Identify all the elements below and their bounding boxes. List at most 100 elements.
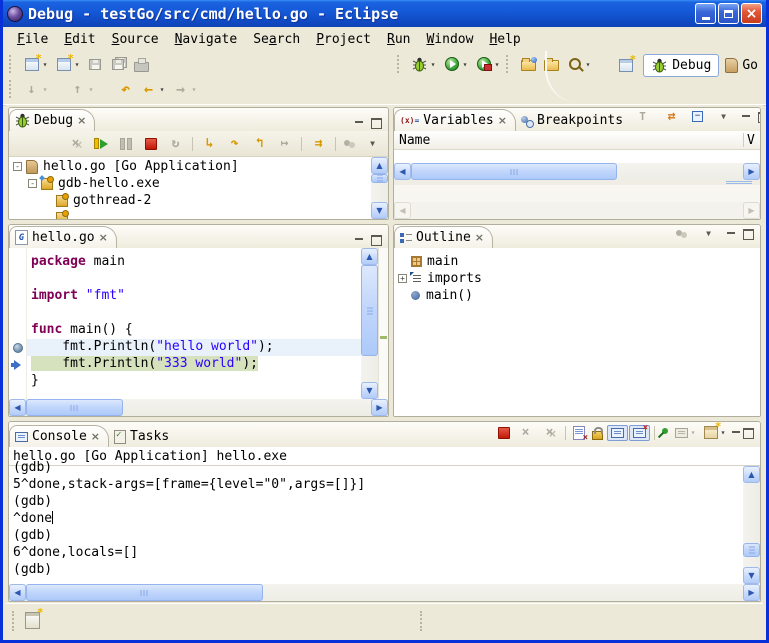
minimize-view-button[interactable] (354, 235, 365, 244)
show-type-names-button[interactable]: T (631, 107, 654, 127)
maximize-view-button[interactable] (743, 229, 754, 238)
show-stderr-button[interactable] (629, 425, 650, 441)
maximize-view-button[interactable] (758, 112, 761, 121)
scroll-right-button[interactable]: ▶ (743, 163, 760, 180)
remove-all-terminated-button[interactable]: × (64, 133, 87, 154)
scroll-lock-button[interactable] (589, 424, 606, 442)
previous-annotation-button[interactable]: ↑▾ (66, 79, 98, 100)
scroll-up-button[interactable]: ▲ (743, 466, 760, 483)
scroll-thumb[interactable] (361, 265, 378, 356)
debug-tree-item-hellogo[interactable]: -hello.go [Go Application] (9, 158, 371, 175)
expander-icon[interactable]: - (13, 162, 22, 171)
console-hscrollbar[interactable]: ◀▶ (9, 584, 760, 601)
tab-breakpoints[interactable]: Breakpoints (516, 110, 631, 131)
scroll-track[interactable] (26, 584, 743, 601)
print-button[interactable] (130, 54, 153, 75)
scroll-track[interactable] (411, 163, 743, 180)
tab-outline[interactable]: Outline × (394, 226, 493, 248)
menu-navigate[interactable]: Navigate (167, 30, 246, 49)
editor-hscrollbar[interactable]: ◀▶ (9, 399, 388, 416)
scroll-thumb[interactable] (743, 543, 760, 556)
maximize-view-button[interactable] (743, 428, 754, 437)
minimize-view-button[interactable] (726, 229, 737, 238)
next-annotation-button[interactable]: ↓▾ (20, 79, 52, 100)
statusbar-handle[interactable] (12, 611, 19, 631)
new-button[interactable]: *▾ (20, 54, 52, 75)
details-hscrollbar[interactable]: ◀▶ (394, 202, 760, 219)
perspective-go-button[interactable]: Go (725, 58, 758, 73)
toolbar-handle[interactable] (9, 80, 16, 98)
tab-variables[interactable]: (x)= Variables × (394, 109, 516, 131)
tab-console[interactable]: Console × (9, 425, 109, 447)
scroll-thumb[interactable] (371, 174, 388, 183)
search-button[interactable]: ▾ (563, 54, 595, 75)
close-button[interactable]: × (741, 3, 762, 24)
variables-hscrollbar[interactable]: ◀▶ (394, 163, 760, 180)
open-console-button[interactable]: *▾ (701, 424, 730, 441)
use-step-filters-button[interactable]: ⇉ (307, 133, 330, 154)
outline-item-main[interactable]: main (394, 253, 760, 270)
disconnect-button[interactable]: ↻ (164, 133, 187, 154)
tab-hello-go[interactable]: G hello.go × (9, 226, 117, 248)
scroll-right-button[interactable]: ▶ (743, 202, 760, 219)
back-button[interactable]: ←▾ (137, 79, 169, 100)
close-icon[interactable]: × (91, 430, 100, 443)
editor-marker-ruler[interactable] (9, 248, 27, 399)
clear-console-button[interactable] (570, 424, 588, 442)
remove-all-launches-button[interactable]: × (538, 422, 561, 443)
column-name[interactable]: Name (394, 133, 743, 148)
minimize-view-button[interactable] (354, 118, 365, 127)
scroll-left-button[interactable]: ◀ (394, 163, 411, 180)
scroll-track[interactable] (411, 202, 743, 219)
menu-file[interactable]: File (9, 30, 56, 49)
variables-view-menu-button[interactable]: ▼ (712, 107, 735, 127)
code-editor[interactable]: package mainimport "fmt"func main() { fm… (27, 248, 361, 399)
menu-source[interactable]: Source (104, 30, 167, 49)
maximize-button[interactable] (718, 3, 739, 24)
step-return-button[interactable]: ↰ (248, 133, 271, 154)
debug-extra-button[interactable] (341, 138, 359, 150)
minimize-view-button[interactable] (731, 428, 742, 437)
scroll-left-button[interactable]: ◀ (394, 202, 411, 219)
scroll-up-button[interactable]: ▲ (361, 248, 378, 265)
variables-table-body[interactable] (394, 150, 760, 163)
resume-button[interactable] (89, 133, 112, 154)
display-selected-console-button[interactable]: ▾ (672, 426, 700, 440)
editor-vscrollbar[interactable]: ▲▼ (361, 248, 378, 399)
menu-window[interactable]: Window (418, 30, 481, 49)
scroll-right-button[interactable]: ▶ (371, 399, 388, 416)
external-tools-button[interactable]: ▾ (472, 54, 504, 75)
scroll-track[interactable] (361, 265, 378, 382)
menu-search[interactable]: Search (245, 30, 308, 49)
show-logical-structure-button[interactable]: ⇄ (660, 107, 683, 127)
toolbar-handle[interactable] (506, 55, 513, 73)
expander-icon[interactable]: + (398, 274, 407, 283)
outline-view-menu-button[interactable]: ▼ (697, 224, 720, 244)
scroll-left-button[interactable]: ◀ (9, 584, 26, 601)
console-vscrollbar[interactable]: ▲▼ (743, 466, 760, 584)
scroll-down-button[interactable]: ▼ (371, 202, 388, 219)
editor-overview-ruler[interactable] (378, 248, 388, 399)
scroll-thumb[interactable] (26, 399, 123, 416)
step-over-button[interactable]: ↷ (223, 133, 246, 154)
close-icon[interactable]: × (77, 114, 86, 127)
instruction-stepping-button[interactable]: ↦ (273, 133, 296, 154)
show-stdout-button[interactable] (607, 425, 628, 441)
open-perspective-button[interactable]: * (614, 55, 637, 76)
scroll-track[interactable] (743, 483, 760, 567)
column-value[interactable]: V (744, 133, 760, 148)
scroll-down-button[interactable]: ▼ (743, 567, 760, 584)
outline-item-main[interactable]: main() (394, 287, 760, 304)
open-resource-button[interactable] (540, 54, 563, 75)
open-type-button[interactable] (517, 54, 540, 75)
debug-view-menu-button[interactable]: ▼ (361, 133, 384, 154)
forward-button[interactable]: →▾ (169, 79, 201, 100)
outline-item-imports[interactable]: +imports (394, 270, 760, 287)
scroll-right-button[interactable]: ▶ (743, 584, 760, 601)
menu-project[interactable]: Project (308, 30, 379, 49)
last-edit-location-button[interactable]: ↶ (114, 79, 137, 100)
variables-details-pane[interactable]: ◀▶ (394, 185, 760, 219)
console-terminate-button[interactable] (495, 425, 513, 441)
minimize-button[interactable] (695, 3, 716, 24)
menu-edit[interactable]: Edit (56, 30, 103, 49)
